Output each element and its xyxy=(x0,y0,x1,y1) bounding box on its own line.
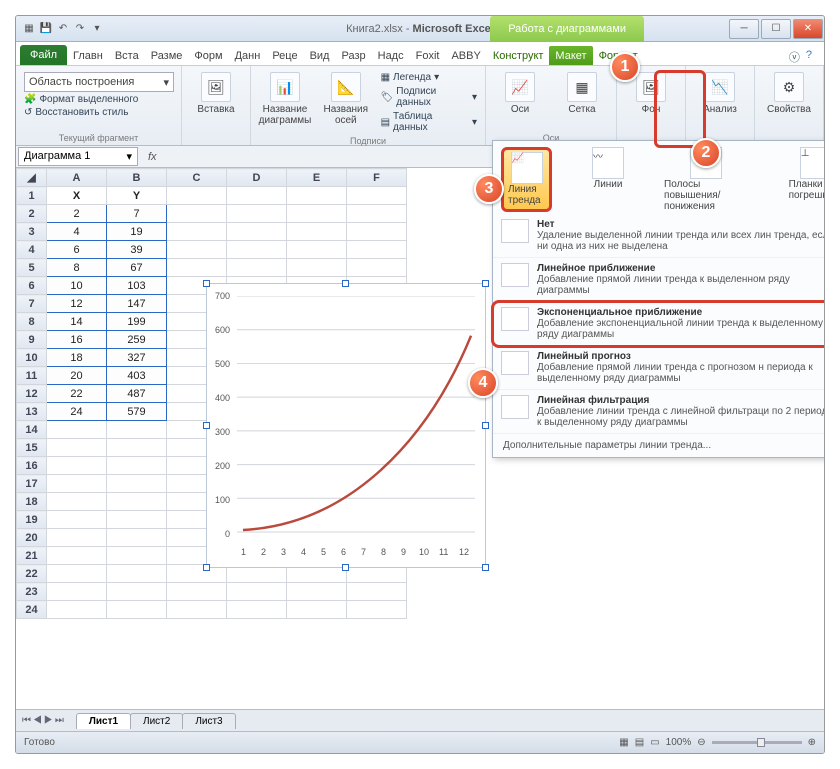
maximize-button[interactable]: ☐ xyxy=(761,19,791,39)
ribbon-tabs: Файл Главн Вста Разме Форм Данн Реце Вид… xyxy=(16,42,824,66)
zoom-slider[interactable] xyxy=(712,741,802,744)
chart-title-button[interactable]: 📊Название диаграммы xyxy=(259,72,311,133)
callout-4: 4 xyxy=(468,368,498,398)
tab-review[interactable]: Реце xyxy=(266,46,303,65)
tab-formulas[interactable]: Форм xyxy=(188,46,228,65)
cell[interactable]: X xyxy=(47,187,107,205)
analysis-dropdown: 📈Линия тренда 〰Линии ▮▮Полосы повышения/… xyxy=(492,140,825,458)
tab-chart-layout[interactable]: Макет xyxy=(549,46,592,65)
forecast-icon xyxy=(501,351,529,375)
undo-icon[interactable]: ↶ xyxy=(56,22,70,36)
trend-movingavg[interactable]: Линейная фильтрацияДобавление линии трен… xyxy=(493,390,825,434)
status-bar: Готово ▦ ▤ ▭ 100% ⊖ ⊕ xyxy=(16,731,824,753)
tab-chart-design[interactable]: Конструкт xyxy=(487,46,550,65)
sheet-tab-1[interactable]: Лист1 xyxy=(76,713,131,729)
view-normal-icon[interactable]: ▦ xyxy=(619,737,628,748)
embedded-chart[interactable]: 700 600 500 400 300 200 100 0 1 2 3 4 5 … xyxy=(206,283,486,568)
save-icon[interactable]: 💾 xyxy=(39,22,53,36)
zoom-in-icon[interactable]: ⊕ xyxy=(808,737,816,748)
chevron-down-icon: ▾ xyxy=(163,76,169,89)
tab-file[interactable]: Файл xyxy=(20,45,67,65)
axis-titles-button[interactable]: 📐Названия осей xyxy=(321,72,371,133)
data-table-button[interactable]: ▤Таблица данных ▾ xyxy=(381,111,477,133)
group-current-selection: Текущий фрагмент xyxy=(24,133,173,143)
sheet-tab-3[interactable]: Лист3 xyxy=(182,713,235,729)
group-labels: Подписи xyxy=(259,136,477,146)
reset-style[interactable]: ↺Восстановить стиль xyxy=(24,107,173,118)
excel-icon: ▦ xyxy=(22,22,36,36)
cell[interactable]: Y xyxy=(107,187,167,205)
format-selection[interactable]: 🧩Формат выделенного xyxy=(24,94,173,105)
callout-1: 1 xyxy=(610,52,640,82)
tab-developer[interactable]: Разр xyxy=(335,46,371,65)
qat-more-icon[interactable]: ▾ xyxy=(90,22,104,36)
trend-none[interactable]: НетУдаление выделенной линии тренда или … xyxy=(493,214,825,258)
col-header-f[interactable]: F xyxy=(347,169,407,187)
col-header-e[interactable]: E xyxy=(287,169,347,187)
zoom-level[interactable]: 100% xyxy=(666,737,692,748)
quick-access-toolbar: ▦ 💾 ↶ ↷ ▾ xyxy=(16,22,110,36)
sheet-nav[interactable]: ⏮◀▶⏭ xyxy=(22,715,66,726)
axes-button[interactable]: 📈Оси xyxy=(494,72,546,115)
trend-more-options[interactable]: Дополнительные параметры линии тренда... xyxy=(493,434,825,457)
cell[interactable]: 2 xyxy=(47,205,107,223)
linear-icon xyxy=(501,263,529,287)
minimize-button[interactable]: ─ xyxy=(729,19,759,39)
col-header-d[interactable]: D xyxy=(227,169,287,187)
title-bar: ▦ 💾 ↶ ↷ ▾ Книга2.xlsx - Microsoft Excel … xyxy=(16,16,824,42)
excel-window: ▦ 💾 ↶ ↷ ▾ Книга2.xlsx - Microsoft Excel … xyxy=(15,15,825,754)
col-header-b[interactable]: B xyxy=(107,169,167,187)
name-box[interactable]: Диаграмма 1▾ xyxy=(18,147,138,166)
view-layout-icon[interactable]: ▤ xyxy=(635,737,644,748)
callout-3: 3 xyxy=(474,174,504,204)
movingavg-icon xyxy=(501,395,529,419)
callout-2: 2 xyxy=(691,138,721,168)
tab-foxit[interactable]: Foxit xyxy=(410,46,446,65)
fx-icon[interactable]: fх xyxy=(140,151,165,163)
sheet-tab-2[interactable]: Лист2 xyxy=(130,713,183,729)
close-button[interactable]: ✕ xyxy=(793,19,823,39)
gridlines-button[interactable]: ▦Сетка xyxy=(556,72,608,115)
view-break-icon[interactable]: ▭ xyxy=(650,737,659,748)
lines-button[interactable]: 〰Линии xyxy=(592,147,624,212)
help-icon[interactable]: ? xyxy=(806,49,812,65)
none-icon xyxy=(501,219,529,243)
tab-insert[interactable]: Вста xyxy=(109,46,145,65)
exponential-icon xyxy=(501,307,529,331)
trendline-button[interactable]: 📈Линия тренда xyxy=(501,147,552,212)
chevron-down-icon: ▾ xyxy=(126,150,132,163)
trend-linear[interactable]: Линейное приближениеДобавление прямой ли… xyxy=(493,258,825,302)
tab-addins[interactable]: Надс xyxy=(372,46,410,65)
redo-icon[interactable]: ↷ xyxy=(73,22,87,36)
col-header-a[interactable]: A xyxy=(47,169,107,187)
highlight-analysis xyxy=(654,70,706,148)
chart-element-selector[interactable]: Область построения▾ xyxy=(24,72,174,92)
window-title: Книга2.xlsx - Microsoft Excel xyxy=(346,23,494,35)
tab-home[interactable]: Главн xyxy=(67,46,109,65)
tab-abby[interactable]: ABBY xyxy=(445,46,486,65)
chart-tools-label: Работа с диаграммами xyxy=(490,16,644,42)
ribbon-collapse-icon[interactable]: ⓥ xyxy=(789,49,800,65)
legend-button[interactable]: ▦Легенда ▾ xyxy=(381,72,477,83)
plot-area[interactable]: 700 600 500 400 300 200 100 0 1 2 3 4 5 … xyxy=(237,296,475,539)
properties-button[interactable]: ⚙Свойства xyxy=(763,72,815,115)
tab-view[interactable]: Вид xyxy=(304,46,336,65)
cell[interactable]: 7 xyxy=(107,205,167,223)
trend-exponential[interactable]: Экспоненциальное приближениеДобавление э… xyxy=(493,302,825,346)
select-all[interactable]: ◢ xyxy=(17,169,47,187)
trend-forecast[interactable]: Линейный прогнозДобавление прямой линии … xyxy=(493,346,825,390)
tab-pagelayout[interactable]: Разме xyxy=(145,46,189,65)
status-ready: Готово xyxy=(24,737,55,748)
data-labels-button[interactable]: 🏷Подписи данных ▾ xyxy=(381,86,477,108)
sheet-tabs: ⏮◀▶⏭ Лист1 Лист2 Лист3 xyxy=(16,709,824,731)
zoom-out-icon[interactable]: ⊖ xyxy=(697,737,705,748)
tab-data[interactable]: Данн xyxy=(229,46,267,65)
col-header-c[interactable]: C xyxy=(167,169,227,187)
error-bars-button[interactable]: ⊥Планки погрешност xyxy=(789,147,825,212)
insert-button[interactable]: 🖼Вставка xyxy=(190,72,242,115)
